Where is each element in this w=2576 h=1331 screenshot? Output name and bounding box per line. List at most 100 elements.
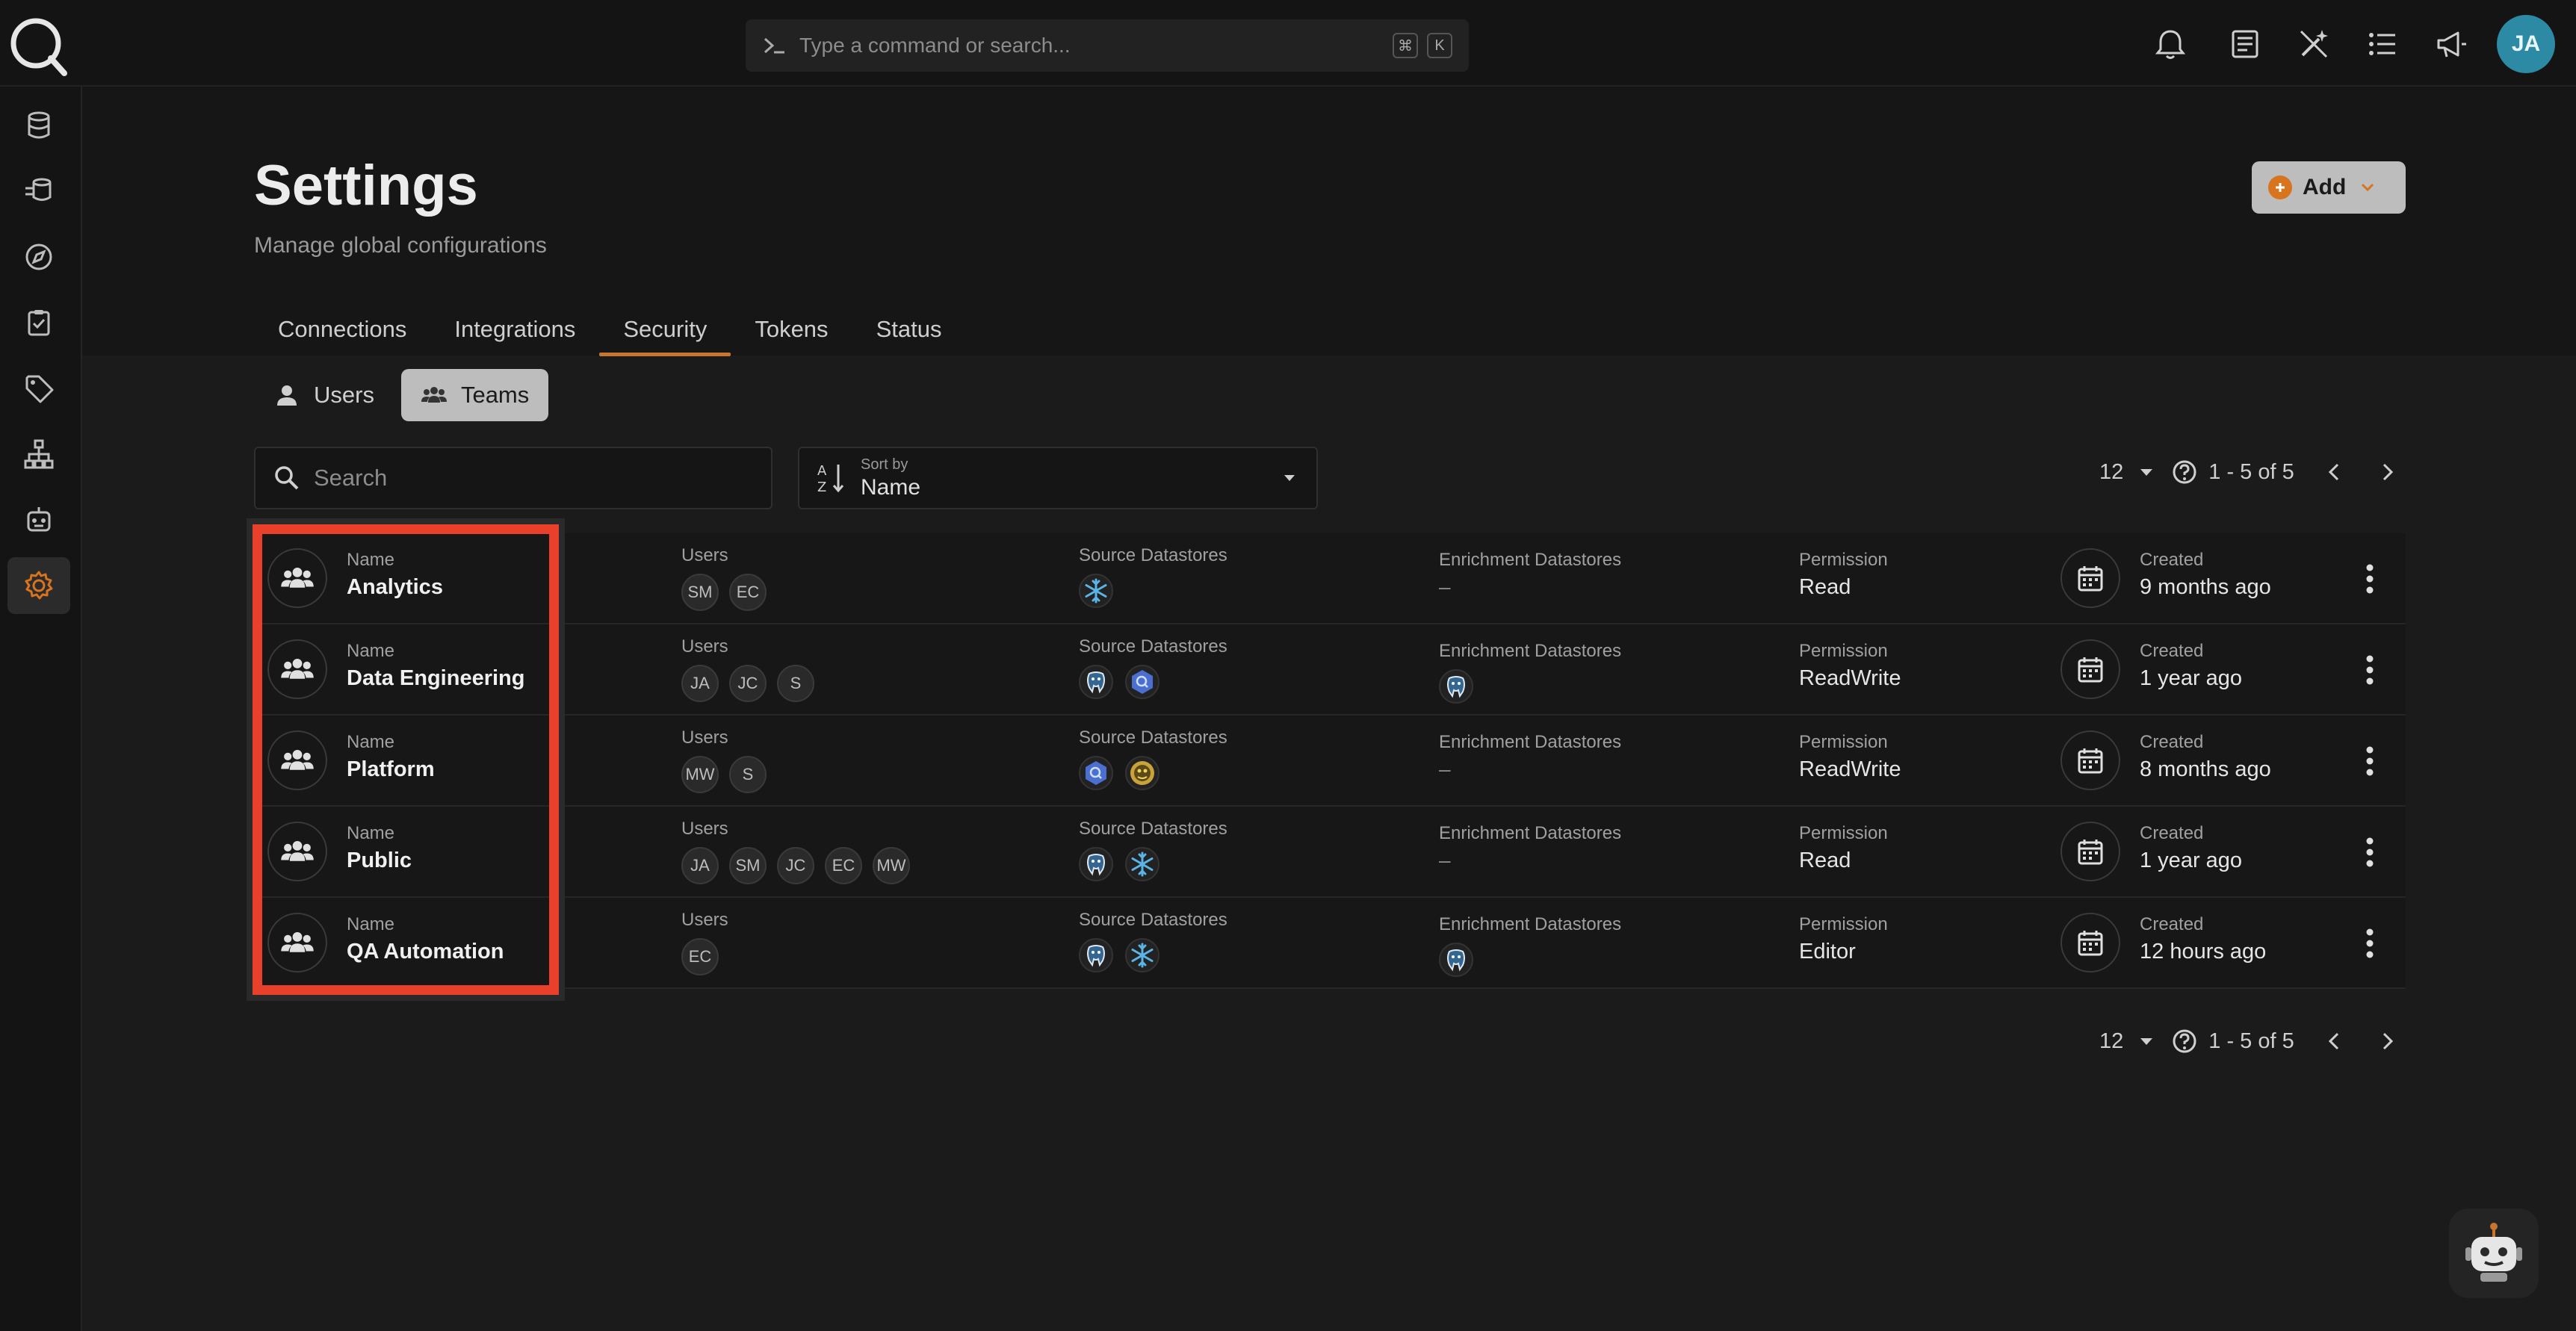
created-label: Created bbox=[2140, 914, 2204, 934]
chevron-left-icon[interactable] bbox=[2323, 460, 2347, 484]
search-placeholder: Search bbox=[314, 465, 388, 491]
users-toggle-button[interactable]: Users bbox=[254, 369, 394, 421]
permission-cell: Permission Read bbox=[1799, 823, 1888, 873]
bigquery-icon bbox=[1132, 670, 1153, 694]
document-icon[interactable] bbox=[2226, 25, 2264, 63]
caret-down-icon[interactable] bbox=[2135, 1030, 2158, 1052]
sort-alpha-icon: A Z bbox=[817, 463, 844, 494]
sidebar-item-agents[interactable] bbox=[7, 491, 70, 548]
tab-integrations[interactable]: Integrations bbox=[430, 302, 599, 356]
page-size-value[interactable]: 12 bbox=[2099, 460, 2123, 485]
table-row[interactable]: Name QA Automation Users EC Source Datas… bbox=[254, 898, 2406, 989]
postgres-icon bbox=[1087, 945, 1105, 967]
more-vertical-icon[interactable] bbox=[2353, 742, 2386, 780]
magic-wand-off-icon[interactable] bbox=[2295, 25, 2332, 63]
permission-value: Editor bbox=[1799, 940, 1856, 964]
user-chip: S bbox=[729, 756, 767, 793]
source-datastores-cell: Source Datastores bbox=[1079, 910, 1227, 972]
user-chip: EC bbox=[729, 574, 767, 611]
user-chip: SM bbox=[729, 847, 767, 884]
command-search[interactable]: Type a command or search... ⌘ K bbox=[746, 19, 1469, 72]
users-cell: Users JA JC S bbox=[681, 636, 814, 702]
team-name[interactable]: Data Engineering bbox=[347, 666, 525, 691]
tab-connections[interactable]: Connections bbox=[254, 302, 430, 356]
compass-icon bbox=[25, 243, 52, 270]
tab-security[interactable]: Security bbox=[599, 302, 731, 356]
permission-label: Permission bbox=[1799, 641, 1888, 661]
table-row[interactable]: Name Public Users JA SM JC EC MW Source Data… bbox=[254, 807, 2406, 898]
sidebar-item-enrichment[interactable] bbox=[7, 163, 70, 220]
created-value: 1 year ago bbox=[2140, 848, 2243, 872]
search-input[interactable]: Search bbox=[254, 447, 773, 509]
created-value: 12 hours ago bbox=[2140, 940, 2267, 964]
team-name-cell: Name Platform bbox=[347, 732, 435, 782]
table-row[interactable]: Name Platform Users MW S Source Datastore… bbox=[254, 716, 2406, 807]
qualytics-logo-icon[interactable] bbox=[6, 13, 69, 76]
more-vertical-icon[interactable] bbox=[2353, 560, 2386, 598]
bigquery-icon bbox=[1086, 761, 1106, 785]
terminal-icon bbox=[764, 37, 784, 54]
enrichment-datastores-cell: Enrichment Datastores – bbox=[1439, 823, 1621, 872]
team-name[interactable]: Public bbox=[347, 848, 412, 873]
add-button[interactable]: Add bbox=[2252, 161, 2406, 214]
chevron-left-icon[interactable] bbox=[2323, 1029, 2347, 1053]
list-icon[interactable] bbox=[2364, 25, 2401, 63]
user-chip: S bbox=[777, 665, 814, 702]
plus-icon bbox=[2268, 176, 2292, 199]
users-label: Users bbox=[681, 636, 728, 657]
datastore-badge bbox=[1125, 665, 1159, 699]
group-icon bbox=[281, 658, 314, 679]
page-size-value[interactable]: 12 bbox=[2099, 1029, 2123, 1054]
bell-icon[interactable] bbox=[2152, 25, 2189, 63]
user-avatar[interactable]: JA bbox=[2497, 15, 2555, 73]
tab-tokens[interactable]: Tokens bbox=[731, 302, 852, 356]
sidebar-item-explore[interactable] bbox=[7, 229, 70, 285]
caret-down-icon[interactable] bbox=[2135, 461, 2158, 483]
team-avatar bbox=[267, 913, 327, 972]
calendar-badge bbox=[2061, 639, 2120, 699]
user-chip: JA bbox=[681, 665, 719, 702]
sidebar-item-datastores[interactable] bbox=[7, 97, 70, 154]
teams-toggle-button[interactable]: Teams bbox=[400, 369, 549, 421]
team-name[interactable]: Platform bbox=[347, 757, 435, 782]
calendar-icon bbox=[2078, 840, 2103, 865]
pagination-bottom: 12 1 - 5 of 5 bbox=[2099, 1028, 2399, 1055]
chevron-right-icon[interactable] bbox=[2375, 1029, 2399, 1053]
chevron-right-icon[interactable] bbox=[2375, 460, 2399, 484]
team-name-cell: Name Data Engineering bbox=[347, 641, 525, 691]
table-row[interactable]: Name Data Engineering Users JA JC S Source… bbox=[254, 624, 2406, 716]
table-row[interactable]: Name Analytics Users SM EC Source Datasto… bbox=[254, 533, 2406, 624]
sidebar-item-flows[interactable] bbox=[7, 426, 70, 483]
gear-icon bbox=[25, 571, 53, 600]
more-vertical-icon[interactable] bbox=[2353, 925, 2386, 962]
hierarchy-icon bbox=[24, 439, 54, 469]
sort-label: Sort by bbox=[861, 456, 908, 473]
hive-icon bbox=[1130, 761, 1154, 785]
more-vertical-icon[interactable] bbox=[2353, 651, 2386, 689]
more-vertical-icon[interactable] bbox=[2353, 834, 2386, 871]
group-icon bbox=[281, 931, 314, 952]
enrichment-label: Enrichment Datastores bbox=[1439, 732, 1622, 752]
team-name[interactable]: QA Automation bbox=[347, 940, 504, 964]
users-toggle-label: Users bbox=[314, 382, 374, 408]
team-name[interactable]: Analytics bbox=[347, 575, 443, 600]
sidebar-item-checks[interactable] bbox=[7, 294, 70, 351]
sort-select[interactable]: A Z Sort by Name bbox=[798, 447, 1318, 509]
created-value: 1 year ago bbox=[2140, 666, 2243, 690]
help-circle-icon[interactable] bbox=[2171, 1028, 2198, 1055]
group-icon bbox=[281, 840, 314, 861]
tab-status[interactable]: Status bbox=[852, 302, 966, 356]
created-label: Created bbox=[2140, 823, 2204, 843]
robot-icon bbox=[27, 507, 51, 532]
postgres-icon bbox=[1087, 671, 1105, 694]
pagination-top: 12 1 - 5 of 5 bbox=[2099, 459, 2399, 485]
group-icon bbox=[281, 567, 314, 588]
megaphone-icon[interactable] bbox=[2433, 25, 2470, 63]
sidebar-item-tags[interactable] bbox=[7, 360, 70, 417]
sidebar-item-settings[interactable] bbox=[7, 557, 70, 614]
assistant-bot-button[interactable] bbox=[2449, 1209, 2539, 1298]
user-chip: EC bbox=[681, 938, 719, 975]
help-circle-icon[interactable] bbox=[2171, 459, 2198, 485]
add-button-label: Add bbox=[2303, 175, 2347, 199]
created-label: Created bbox=[2140, 641, 2204, 661]
